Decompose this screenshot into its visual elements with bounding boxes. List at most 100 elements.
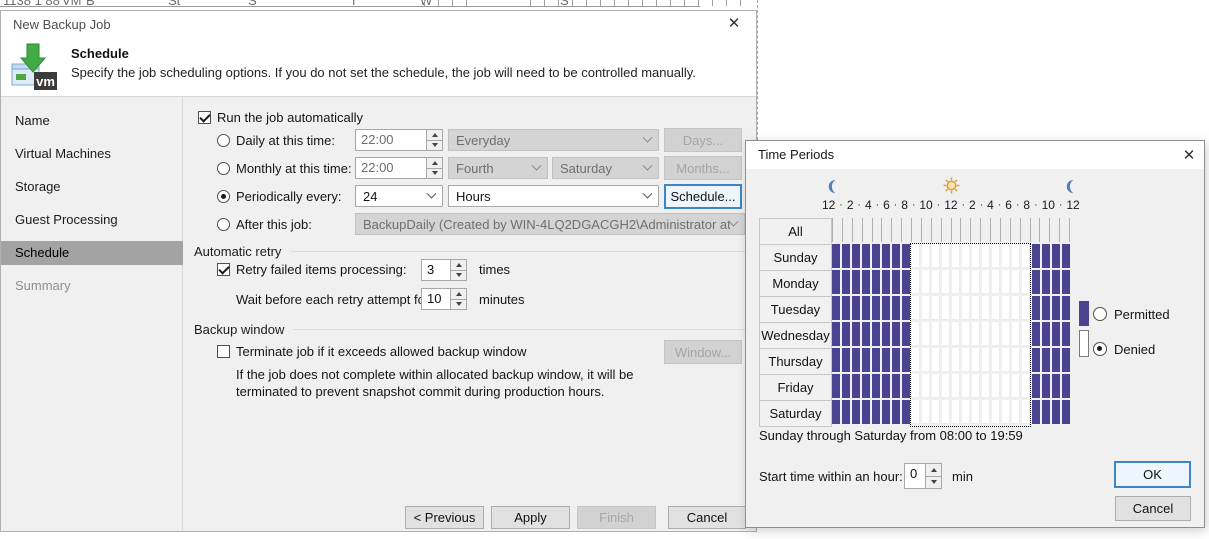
schedule-cell[interactable]: [992, 400, 1000, 424]
schedule-cell[interactable]: [852, 400, 860, 424]
schedule-cell[interactable]: [962, 244, 970, 268]
schedule-cell[interactable]: [952, 322, 960, 346]
schedule-cell[interactable]: [832, 270, 840, 294]
apply-button[interactable]: Apply: [491, 506, 570, 529]
schedule-cell[interactable]: [932, 348, 940, 372]
schedule-cell[interactable]: [932, 270, 940, 294]
hour-tick-cell[interactable]: [1010, 218, 1020, 242]
day-row-label[interactable]: Monday: [759, 270, 832, 297]
day-row-label[interactable]: Sunday: [759, 244, 832, 271]
retry-times-spinner[interactable]: [450, 260, 466, 280]
hour-tick-cell[interactable]: [990, 218, 1000, 242]
hour-tick-cell[interactable]: [881, 218, 891, 242]
sidebar-item-guest-processing[interactable]: Guest Processing: [1, 208, 183, 232]
schedule-cell[interactable]: [912, 244, 920, 268]
close-icon[interactable]: ✕: [721, 14, 747, 34]
retry-wait-field[interactable]: 10: [421, 288, 467, 310]
hour-tick-cell[interactable]: [1049, 218, 1059, 242]
schedule-cell[interactable]: [842, 244, 850, 268]
schedule-cell[interactable]: [1002, 296, 1010, 320]
schedule-cell[interactable]: [832, 348, 840, 372]
schedule-cell[interactable]: [962, 322, 970, 346]
schedule-cell[interactable]: [942, 270, 950, 294]
schedule-cell[interactable]: [982, 270, 990, 294]
after-job-radio[interactable]: [217, 218, 230, 231]
day-row-label[interactable]: Thursday: [759, 348, 832, 375]
schedule-cell[interactable]: [832, 296, 840, 320]
schedule-cell[interactable]: [942, 348, 950, 372]
sidebar-item-storage[interactable]: Storage: [1, 175, 183, 199]
schedule-cell[interactable]: [852, 374, 860, 398]
schedule-cell[interactable]: [922, 322, 930, 346]
start-time-field[interactable]: 0: [904, 463, 942, 489]
schedule-cell[interactable]: [932, 322, 940, 346]
hour-tick-cell[interactable]: [911, 218, 921, 242]
schedule-cell[interactable]: [1032, 322, 1040, 346]
schedule-cell[interactable]: [852, 322, 860, 346]
denied-radio[interactable]: [1093, 342, 1107, 356]
schedule-cell[interactable]: [1012, 270, 1020, 294]
schedule-cell[interactable]: [942, 374, 950, 398]
schedule-cell[interactable]: [1032, 400, 1040, 424]
schedule-cell[interactable]: [902, 348, 910, 372]
schedule-cell[interactable]: [1052, 400, 1060, 424]
monthly-radio[interactable]: [217, 162, 230, 175]
schedule-cell[interactable]: [882, 296, 890, 320]
schedule-cell[interactable]: [932, 374, 940, 398]
schedule-cell[interactable]: [842, 348, 850, 372]
schedule-cell[interactable]: [832, 374, 840, 398]
schedule-cell[interactable]: [922, 348, 930, 372]
sidebar-item-name[interactable]: Name: [1, 109, 183, 133]
schedule-cell[interactable]: [972, 374, 980, 398]
schedule-cell[interactable]: [892, 270, 900, 294]
hour-tick-cell[interactable]: [1000, 218, 1010, 242]
schedule-cell[interactable]: [972, 244, 980, 268]
schedule-cell[interactable]: [992, 296, 1000, 320]
hour-tick-cell[interactable]: [931, 218, 941, 242]
run-automatically-checkbox[interactable]: [198, 111, 211, 124]
schedule-cell[interactable]: [852, 296, 860, 320]
schedule-cell[interactable]: [1052, 270, 1060, 294]
schedule-cell[interactable]: [962, 374, 970, 398]
schedule-cell[interactable]: [892, 296, 900, 320]
schedule-cell[interactable]: [982, 296, 990, 320]
schedule-cell[interactable]: [1032, 348, 1040, 372]
schedule-cell[interactable]: [1012, 374, 1020, 398]
schedule-cell[interactable]: [872, 322, 880, 346]
schedule-cell[interactable]: [1062, 374, 1070, 398]
schedule-cell[interactable]: [912, 400, 920, 424]
schedule-cell[interactable]: [1042, 296, 1050, 320]
schedule-cell[interactable]: [1012, 244, 1020, 268]
hour-tick-cell[interactable]: [1030, 218, 1040, 242]
schedule-cell[interactable]: [962, 270, 970, 294]
schedule-cell[interactable]: [952, 270, 960, 294]
schedule-cell[interactable]: [972, 322, 980, 346]
schedule-cell[interactable]: [862, 296, 870, 320]
schedule-cell[interactable]: [1052, 374, 1060, 398]
schedule-cell[interactable]: [832, 322, 840, 346]
schedule-cell[interactable]: [862, 374, 870, 398]
schedule-cell[interactable]: [962, 296, 970, 320]
hour-tick-cell[interactable]: [852, 218, 862, 242]
schedule-cell[interactable]: [882, 374, 890, 398]
hour-tick-cell[interactable]: [970, 218, 980, 242]
schedule-cell[interactable]: [982, 400, 990, 424]
schedule-cell[interactable]: [892, 322, 900, 346]
schedule-cell[interactable]: [832, 244, 840, 268]
schedule-cell[interactable]: [1032, 374, 1040, 398]
schedule-cell[interactable]: [862, 348, 870, 372]
periodically-value-combo[interactable]: 24: [355, 185, 443, 207]
schedule-cell[interactable]: [992, 348, 1000, 372]
sidebar-item-virtual-machines[interactable]: Virtual Machines: [1, 142, 183, 166]
schedule-cell[interactable]: [952, 244, 960, 268]
sidebar-item-schedule[interactable]: Schedule: [1, 241, 183, 265]
start-time-spinner[interactable]: [925, 464, 941, 488]
hour-tick-cell[interactable]: [951, 218, 961, 242]
schedule-cell[interactable]: [992, 270, 1000, 294]
permitted-radio[interactable]: [1093, 307, 1107, 321]
schedule-cell[interactable]: [1022, 296, 1030, 320]
schedule-cell[interactable]: [1002, 374, 1010, 398]
hour-tick-cell[interactable]: [941, 218, 951, 242]
schedule-cell[interactable]: [992, 244, 1000, 268]
day-row-label[interactable]: Saturday: [759, 400, 832, 427]
